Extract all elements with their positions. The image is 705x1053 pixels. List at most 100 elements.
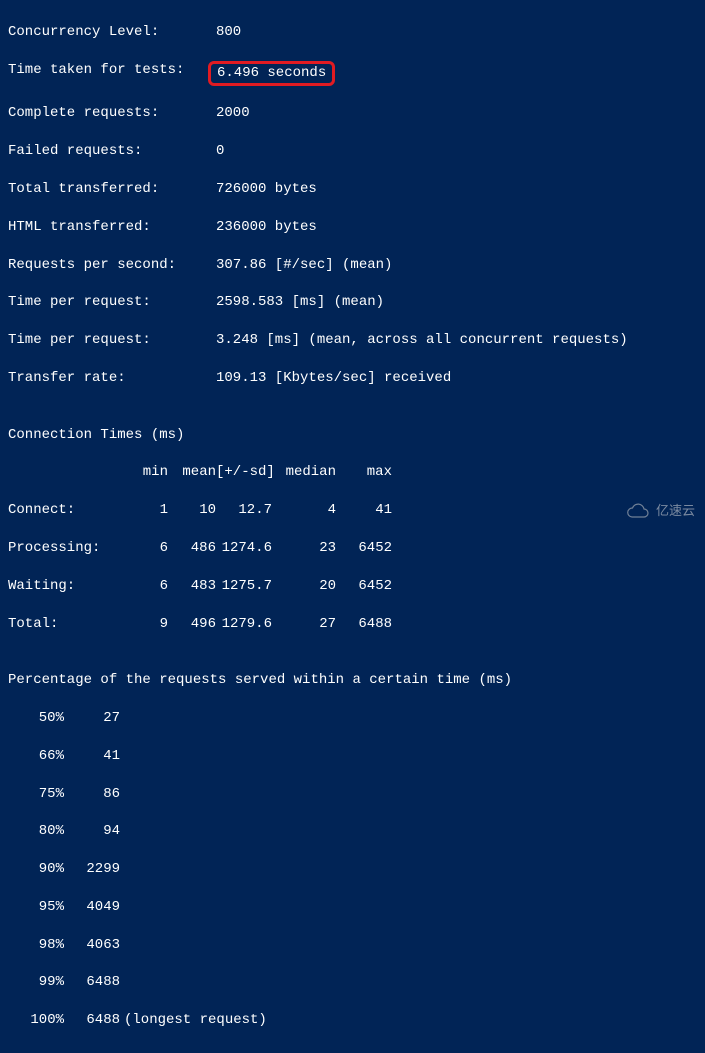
cell: 496 xyxy=(168,615,216,634)
col-mean: mean xyxy=(168,463,216,482)
row-requests-per-second: Requests per second:307.86 [#/sec] (mean… xyxy=(8,256,697,275)
label: Requests per second: xyxy=(8,256,216,275)
cell: 1275.7 xyxy=(216,577,272,596)
pct-value: 6488 xyxy=(64,1011,120,1030)
cell: 10 xyxy=(168,501,216,520)
pct-value: 86 xyxy=(64,785,120,804)
pct-value: 4049 xyxy=(64,898,120,917)
table-row: 66%41 xyxy=(8,747,697,766)
value: 109.13 [Kbytes/sec] received xyxy=(216,369,451,388)
cell: 23 xyxy=(272,539,336,558)
pct-value: 4063 xyxy=(64,936,120,955)
value: 800 xyxy=(216,23,241,42)
row-label: Total: xyxy=(8,615,120,634)
cell: 6 xyxy=(120,577,168,596)
col-max: max xyxy=(336,463,392,482)
cloud-icon xyxy=(624,502,652,520)
percentiles-title: Percentage of the requests served within… xyxy=(8,671,697,690)
row-label: Connect: xyxy=(8,501,120,520)
terminal-output: Concurrency Level:800 Time taken for tes… xyxy=(0,0,705,1053)
cell: 1274.6 xyxy=(216,539,272,558)
label: Concurrency Level: xyxy=(8,23,216,42)
value: 2598.583 [ms] (mean) xyxy=(216,293,384,312)
table-row: 99%6488 xyxy=(8,973,697,992)
cell: 27 xyxy=(272,615,336,634)
pct-value: 27 xyxy=(64,709,120,728)
table-row: 80%94 xyxy=(8,822,697,841)
table-row: Waiting:64831275.7206452 xyxy=(8,577,697,596)
row-total-transferred: Total transferred:726000 bytes xyxy=(8,180,697,199)
value: 6.496 seconds xyxy=(217,64,326,83)
watermark: 亿速云 xyxy=(624,502,695,520)
connection-times-header: minmean[+/-sd]medianmax xyxy=(8,463,697,482)
cell: 6452 xyxy=(336,539,392,558)
cell: 6452 xyxy=(336,577,392,596)
cell: 1 xyxy=(120,501,168,520)
row-label: Waiting: xyxy=(8,577,120,596)
value: 2000 xyxy=(216,104,250,123)
row-time-taken: Time taken for tests:6.496 seconds xyxy=(8,61,697,86)
pct-value: 6488 xyxy=(64,973,120,992)
pct-label: 75% xyxy=(8,785,64,804)
pct-label: 100% xyxy=(8,1011,64,1030)
pct-value: 41 xyxy=(64,747,120,766)
col-min: min xyxy=(120,463,168,482)
table-row: 95%4049 xyxy=(8,898,697,917)
table-row: Processing:64861274.6236452 xyxy=(8,539,697,558)
label: Time per request: xyxy=(8,331,216,350)
value: 236000 bytes xyxy=(216,218,317,237)
label: Complete requests: xyxy=(8,104,216,123)
spacer xyxy=(8,463,120,482)
row-failed-requests: Failed requests:0 xyxy=(8,142,697,161)
cell: 483 xyxy=(168,577,216,596)
table-row: 100%6488(longest request) xyxy=(8,1011,697,1030)
col-median: median xyxy=(272,463,336,482)
value: 726000 bytes xyxy=(216,180,317,199)
table-row: 98%4063 xyxy=(8,936,697,955)
cell: 20 xyxy=(272,577,336,596)
cell: 12.7 xyxy=(216,501,272,520)
label: Time taken for tests: xyxy=(8,61,216,86)
pct-label: 98% xyxy=(8,936,64,955)
table-row: Total:94961279.6276488 xyxy=(8,615,697,634)
table-row: 90%2299 xyxy=(8,860,697,879)
connection-times-title: Connection Times (ms) xyxy=(8,426,697,445)
cell: 1279.6 xyxy=(216,615,272,634)
watermark-text: 亿速云 xyxy=(656,502,695,520)
value: 0 xyxy=(216,142,224,161)
cell: 6488 xyxy=(336,615,392,634)
label: Failed requests: xyxy=(8,142,216,161)
pct-label: 99% xyxy=(8,973,64,992)
pct-label: 95% xyxy=(8,898,64,917)
col-sd: [+/-sd] xyxy=(216,463,272,482)
value: 307.86 [#/sec] (mean) xyxy=(216,256,392,275)
pct-label: 80% xyxy=(8,822,64,841)
pct-value: 2299 xyxy=(64,860,120,879)
label: Transfer rate: xyxy=(8,369,216,388)
cell: 6 xyxy=(120,539,168,558)
label: HTML transferred: xyxy=(8,218,216,237)
pct-label: 66% xyxy=(8,747,64,766)
cell: 4 xyxy=(272,501,336,520)
pct-note: (longest request) xyxy=(120,1011,267,1030)
row-concurrency-level: Concurrency Level:800 xyxy=(8,23,697,42)
value: 3.248 [ms] (mean, across all concurrent … xyxy=(216,331,628,350)
row-label: Processing: xyxy=(8,539,120,558)
label: Total transferred: xyxy=(8,180,216,199)
highlight-time-taken: 6.496 seconds xyxy=(208,61,335,86)
row-time-per-request-all: Time per request:3.248 [ms] (mean, acros… xyxy=(8,331,697,350)
table-row: Connect:11012.7441 xyxy=(8,501,697,520)
label: Time per request: xyxy=(8,293,216,312)
cell: 9 xyxy=(120,615,168,634)
row-html-transferred: HTML transferred:236000 bytes xyxy=(8,218,697,237)
table-row: 50%27 xyxy=(8,709,697,728)
cell: 41 xyxy=(336,501,392,520)
row-time-per-request: Time per request:2598.583 [ms] (mean) xyxy=(8,293,697,312)
row-transfer-rate: Transfer rate:109.13 [Kbytes/sec] receiv… xyxy=(8,369,697,388)
table-row: 75%86 xyxy=(8,785,697,804)
pct-value: 94 xyxy=(64,822,120,841)
row-complete-requests: Complete requests:2000 xyxy=(8,104,697,123)
pct-label: 50% xyxy=(8,709,64,728)
pct-label: 90% xyxy=(8,860,64,879)
cell: 486 xyxy=(168,539,216,558)
